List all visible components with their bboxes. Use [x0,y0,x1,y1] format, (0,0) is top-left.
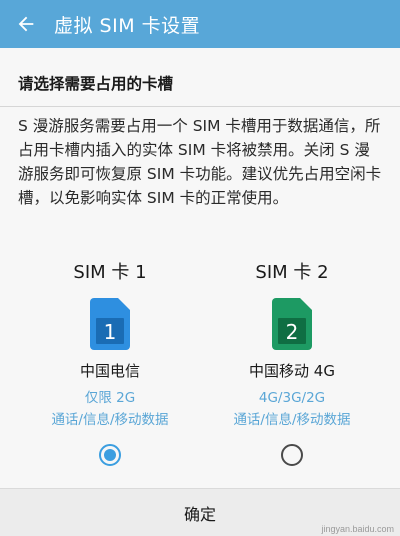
sim-1-radio[interactable] [99,444,121,466]
service-list: 通话/信息/移动数据 [51,412,169,428]
carrier-name: 中国电信 [79,362,140,380]
network-type: 4G/3G/2G [258,390,326,406]
back-button[interactable] [4,0,48,48]
arrow-left-icon [18,16,34,32]
sim-2-radio[interactable] [281,444,303,466]
page-title: 虚拟 SIM 卡设置 [54,14,201,37]
network-type: 仅限 2G [84,390,136,406]
sim-card-icon: 2 [272,298,312,350]
sim-name: SIM 卡 1 [73,262,147,283]
section-heading: 请选择需要占用的卡槽 [18,75,174,93]
sim-name: SIM 卡 2 [255,262,329,283]
app-bar: 虚拟 SIM 卡设置 [0,0,400,48]
divider [0,106,400,107]
sim-number: 2 [286,320,299,344]
watermark: jingyan.baidu.com [321,524,394,534]
sim-option-1[interactable]: SIM 卡 1 1 中国电信 仅限 2G 通话/信息/移动数据 [20,258,200,466]
service-list: 通话/信息/移动数据 [233,412,351,428]
description-text: S 漫游服务需要占用一个 SIM 卡槽用于数据通信，所占用卡槽内插入的实体 SI… [18,117,382,207]
sim-number: 1 [104,320,117,344]
sim-option-2[interactable]: SIM 卡 2 2 中国移动 4G 4G/3G/2G 通话/信息/移动数据 [202,258,382,466]
carrier-name: 中国移动 4G [249,362,335,380]
sim-card-icon: 1 [90,298,130,350]
radio-dot [104,449,116,461]
